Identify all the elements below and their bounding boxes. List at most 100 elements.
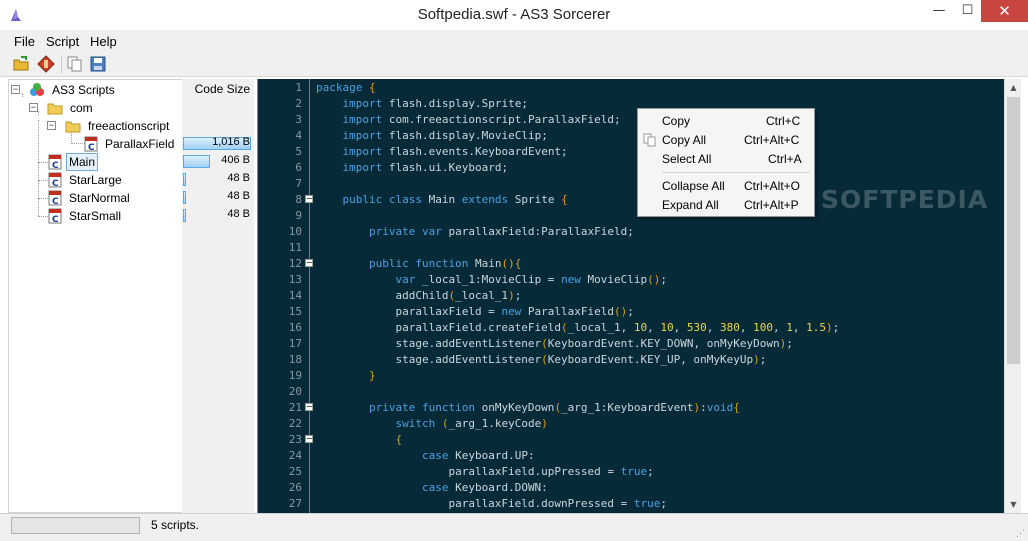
line-number: 23	[288, 433, 302, 446]
line-number: 10	[288, 225, 302, 238]
tree-item-label: StarNormal	[69, 191, 130, 205]
code-line: case Keyboard.DOWN:	[421, 481, 548, 494]
code-line: private function onMyKeyDown(_arg_1:Keyb…	[368, 401, 740, 414]
context-expand-all[interactable]: Expand All Ctrl+Alt+P	[640, 196, 812, 214]
code-line: stage.addEventListener(KeyboardEvent.KEY…	[316, 337, 793, 350]
window-title: Softpedia.swf - AS3 Sorcerer	[417, 6, 611, 23]
collapse-icon[interactable]: −	[11, 85, 20, 94]
fold-toggle-icon[interactable]: −	[305, 403, 313, 411]
class-icon: C	[48, 154, 62, 170]
context-copy[interactable]: Copy Ctrl+C	[640, 112, 812, 130]
size-row: 48 B	[182, 207, 252, 223]
context-menu: Copy Ctrl+C Copy All Ctrl+Alt+C Select A…	[637, 108, 815, 217]
decompile-icon[interactable]	[37, 55, 55, 73]
line-number: 16	[288, 321, 302, 334]
close-button[interactable]: ✕	[981, 0, 1028, 22]
tree-item-label: freeactionscript	[88, 119, 170, 133]
scroll-up-icon[interactable]: ▲	[1005, 79, 1022, 96]
fold-toggle-icon[interactable]: −	[305, 195, 313, 203]
svg-text:C: C	[52, 179, 59, 188]
open-folder-icon[interactable]	[13, 55, 31, 73]
script-tree[interactable]: − AS3 Scripts − com − freeactionscript C…	[8, 79, 184, 513]
code-line: import flash.ui.Keyboard;	[342, 161, 509, 174]
status-progress	[11, 517, 140, 534]
code-line: package {	[316, 81, 376, 94]
line-number: 20	[288, 385, 302, 398]
copy-icon	[643, 133, 656, 147]
minimize-button[interactable]: —	[924, 0, 954, 22]
line-number: 11	[288, 241, 302, 254]
fold-toggle-icon[interactable]: −	[305, 435, 313, 443]
scroll-down-icon[interactable]: ▼	[1005, 496, 1022, 513]
line-number: 7	[295, 177, 302, 190]
code-line: addChild(_local_1);	[316, 289, 522, 302]
softpedia-watermark: SOFTPEDIA	[821, 185, 989, 214]
tree-item-label: com	[70, 101, 93, 115]
line-number: 18	[288, 353, 302, 366]
code-size-header: Code Size	[194, 82, 250, 96]
context-separator	[662, 172, 810, 173]
code-line: public function Main(){	[368, 257, 522, 270]
resize-grip-icon[interactable]: ⋰	[1016, 529, 1026, 539]
class-icon: C	[84, 136, 98, 152]
code-line: import flash.display.Sprite;	[342, 97, 528, 110]
line-number: 6	[295, 161, 302, 174]
size-row: 48 B	[182, 189, 252, 205]
save-icon[interactable]	[89, 55, 107, 73]
size-row: 406 B	[182, 153, 252, 169]
size-bar	[183, 173, 186, 186]
size-value: 1,016 B	[212, 136, 250, 148]
line-number: 9	[295, 209, 302, 222]
class-icon: C	[48, 208, 62, 224]
scripts-icon	[30, 83, 44, 96]
size-row: 1,016 B	[182, 135, 252, 151]
copy-icon[interactable]	[66, 55, 84, 73]
code-line: stage.addEventListener(KeyboardEvent.KEY…	[316, 353, 767, 366]
tree-item-label: Main	[66, 153, 99, 171]
line-number: 4	[295, 129, 302, 142]
scroll-thumb[interactable]	[1007, 97, 1020, 364]
fold-line	[309, 79, 310, 513]
toolbar	[0, 51, 1028, 77]
title-bar: Softpedia.swf - AS3 Sorcerer — ☐ ✕	[0, 0, 1028, 31]
size-value: 48 B	[227, 190, 250, 202]
code-line: parallaxField.createField(_local_1, 10, …	[316, 321, 840, 334]
class-icon: C	[48, 190, 62, 206]
code-size-column: Code Size 1,016 B 406 B 48 B 48 B 48 B	[182, 79, 254, 513]
code-line: import flash.display.MovieClip;	[342, 129, 548, 142]
class-icon: C	[48, 172, 62, 188]
code-line: parallaxField.downPressed = true;	[316, 497, 668, 510]
collapse-icon[interactable]: −	[47, 121, 56, 130]
line-number: 5	[295, 145, 302, 158]
line-number: 1	[295, 81, 302, 94]
menu-script[interactable]: Script	[46, 34, 79, 49]
tree-item-label: StarSmall	[69, 209, 122, 223]
tree-item-label: AS3 Scripts	[52, 83, 115, 97]
line-number: 22	[288, 417, 302, 430]
line-number: 2	[295, 97, 302, 110]
size-bar	[183, 209, 186, 222]
fold-toggle-icon[interactable]: −	[305, 259, 313, 267]
maximize-button[interactable]: ☐	[954, 0, 981, 22]
size-value: 406 B	[221, 154, 250, 166]
size-row: 48 B	[182, 171, 252, 187]
line-number: 3	[295, 113, 302, 126]
code-line: var _local_1:MovieClip = new MovieClip()…	[395, 273, 668, 286]
menu-file[interactable]: File	[14, 34, 35, 49]
svg-text:C: C	[52, 215, 59, 224]
collapse-icon[interactable]: −	[29, 103, 38, 112]
svg-text:C: C	[88, 143, 95, 152]
tree-item-label: ParallaxField	[105, 137, 175, 151]
size-value: 48 B	[227, 208, 250, 220]
context-select-all[interactable]: Select All Ctrl+A	[640, 150, 812, 168]
context-copy-all[interactable]: Copy All Ctrl+Alt+C	[640, 131, 812, 149]
vertical-scrollbar[interactable]: ▲ ▼	[1004, 79, 1021, 513]
line-number: 14	[288, 289, 302, 302]
line-number-gutter: 1 2 3 4 5 6 7 8 9 10 11 12 13 14 15 16 17 18 19 20 21 22 23 24 2…	[258, 79, 310, 513]
code-line: import flash.events.KeyboardEvent;	[342, 145, 568, 158]
context-collapse-all[interactable]: Collapse All Ctrl+Alt+O	[640, 177, 812, 195]
code-editor[interactable]: 1 2 3 4 5 6 7 8 9 10 11 12 13 14 15 16 17 18 19 20 21 22 23 24 2…	[257, 79, 1004, 513]
code-line: parallaxField = new ParallaxField();	[316, 305, 634, 318]
size-bar	[183, 191, 186, 204]
menu-help[interactable]: Help	[90, 34, 117, 49]
